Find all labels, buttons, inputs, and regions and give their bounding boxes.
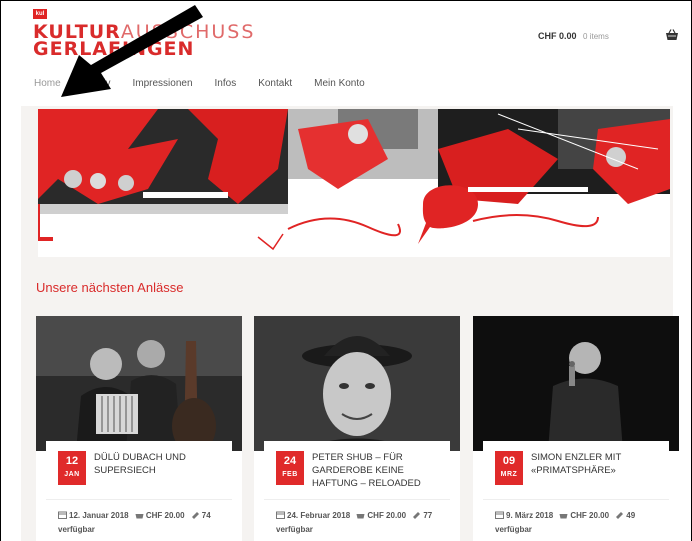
date-month: FEB (282, 471, 298, 478)
date-month: MRZ (500, 471, 518, 478)
date-day: 09 (502, 455, 516, 467)
nav-item-infos[interactable]: Infos (215, 78, 237, 89)
event-image[interactable] (254, 316, 460, 451)
date-day: 24 (283, 455, 297, 467)
browser-page: kul KULTURAUSSCHUSS GERLAFINGEN CHF 0.00… (0, 0, 692, 541)
site-logo[interactable]: kul KULTURAUSSCHUSS GERLAFINGEN (33, 9, 253, 60)
divider (483, 499, 669, 500)
date-badge: 24 FEB (276, 451, 304, 485)
divider (264, 499, 450, 500)
main-nav: Home Archiv Impressionen Infos Kontakt M… (34, 78, 387, 89)
cart-total[interactable]: CHF 0.00 (538, 31, 577, 41)
basket-icon (135, 514, 144, 519)
event-title[interactable]: SIMON ENZLER MIT «PRIMATSPHÄRE» (531, 451, 663, 477)
event-price: CHF 20.00 (570, 511, 610, 520)
hero-banner-collage (38, 109, 670, 257)
event-title[interactable]: DÜLÜ DUBACH UND SUPERSIECH (94, 451, 226, 477)
section-title: Unsere nächsten Anlässe (36, 280, 184, 295)
basket-icon (559, 514, 568, 519)
event-price: CHF 20.00 (367, 511, 407, 520)
basket-icon[interactable] (665, 28, 679, 42)
cart-item-count[interactable]: 0 items (583, 32, 609, 41)
event-price: CHF 20.00 (145, 511, 185, 520)
event-card[interactable]: 24 FEB PETER SHUB – FÜR GARDEROBE KEINE … (254, 316, 460, 541)
event-date: 12. Januar 2018 (69, 511, 129, 520)
nav-item-mein-konto[interactable]: Mein Konto (314, 78, 365, 89)
event-image[interactable] (36, 316, 242, 451)
ticket-icon (616, 512, 624, 519)
event-title[interactable]: PETER SHUB – FÜR GARDEROBE KEINE HAFTUNG… (312, 451, 444, 490)
calendar-icon (58, 511, 67, 519)
cart-summary[interactable]: CHF 0.00 0 items (538, 31, 609, 41)
calendar-icon (495, 511, 504, 519)
event-image[interactable] (473, 316, 679, 451)
nav-item-impressionen[interactable]: Impressionen (132, 78, 192, 89)
basket-icon (356, 514, 365, 519)
calendar-icon (276, 511, 285, 519)
event-card-body: 24 FEB PETER SHUB – FÜR GARDEROBE KEINE … (264, 441, 450, 541)
ticket-icon (413, 512, 421, 519)
nav-item-archiv[interactable]: Archiv (83, 78, 111, 89)
event-date: 9. März 2018 (506, 511, 554, 520)
date-badge: 12 JAN (58, 451, 86, 485)
nav-item-home[interactable]: Home (34, 78, 61, 89)
date-badge: 09 MRZ (495, 451, 523, 485)
event-meta: 12. Januar 2018 CHF 20.00 74 verfügbar (58, 509, 228, 537)
event-card[interactable]: 09 MRZ SIMON ENZLER MIT «PRIMATSPHÄRE» 9… (473, 316, 679, 541)
divider (46, 499, 232, 500)
ticket-icon (191, 512, 199, 519)
logo-badge: kul (33, 9, 47, 19)
event-date: 24. Februar 2018 (287, 511, 351, 520)
logo-line-2: GERLAFINGEN (33, 38, 195, 60)
date-month: JAN (64, 471, 80, 478)
event-meta: 9. März 2018 CHF 20.00 49 verfügbar (495, 509, 665, 537)
date-day: 12 (65, 455, 79, 467)
event-card-body: 09 MRZ SIMON ENZLER MIT «PRIMATSPHÄRE» 9… (483, 441, 669, 541)
event-meta: 24. Februar 2018 CHF 20.00 77 verfügbar (276, 509, 446, 537)
nav-item-kontakt[interactable]: Kontakt (258, 78, 292, 89)
event-card[interactable]: 12 JAN DÜLÜ DUBACH UND SUPERSIECH 12. Ja… (36, 316, 242, 541)
event-card-body: 12 JAN DÜLÜ DUBACH UND SUPERSIECH 12. Ja… (46, 441, 232, 541)
